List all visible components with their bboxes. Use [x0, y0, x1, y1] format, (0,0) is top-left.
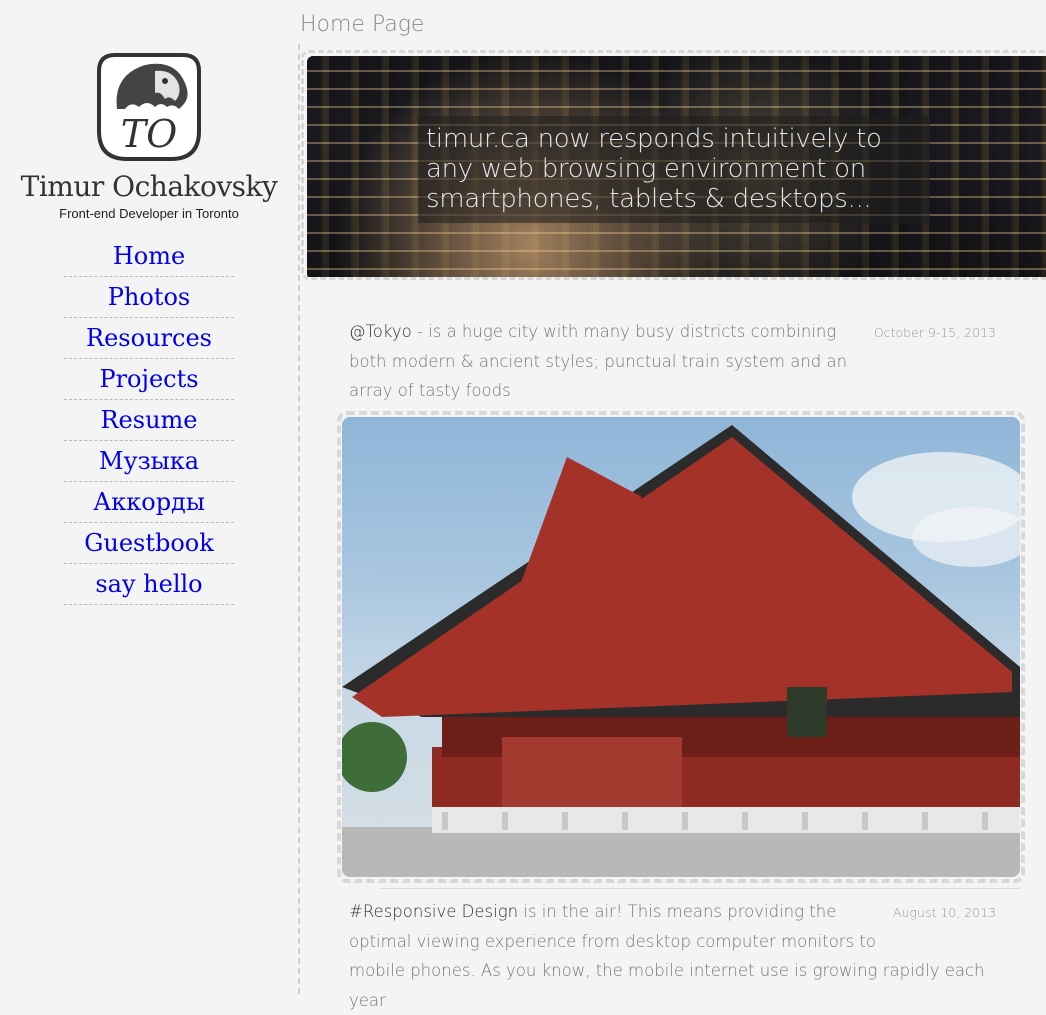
- nav-link-say-hello[interactable]: say hello: [95, 570, 202, 598]
- temple-illustration: [342, 425, 1020, 877]
- post-separator: [380, 888, 1020, 889]
- post-tag[interactable]: @Tokyo: [349, 322, 412, 341]
- sidebar: TO Timur Ochakovsky Front-end Developer …: [0, 0, 298, 994]
- nav-item-resources: Resources: [64, 318, 234, 359]
- post-text: - is a huge city with many busy district…: [349, 322, 848, 400]
- nav-link-resources[interactable]: Resources: [86, 324, 212, 352]
- nav-item-say-hello: say hello: [64, 564, 234, 605]
- nav-link-home[interactable]: Home: [113, 242, 185, 270]
- nav-item-resume: Resume: [64, 400, 234, 441]
- nav-link-chords[interactable]: Аккорды: [93, 488, 205, 516]
- content-divider: [298, 44, 300, 994]
- post-item: August 10, 2013 #Responsive Design is in…: [349, 897, 999, 1015]
- nav-link-resume[interactable]: Resume: [100, 406, 197, 434]
- temple-photo[interactable]: [342, 417, 1020, 877]
- post-tag[interactable]: #Responsive Design: [349, 902, 518, 921]
- hero-caption: timur.ca now responds intuitively to any…: [418, 116, 930, 223]
- nav-item-projects: Projects: [64, 359, 234, 400]
- page-title: Home Page: [300, 12, 425, 37]
- post-item: October 9-15, 2013 @Tokyo - is a huge ci…: [349, 317, 999, 406]
- nav-item-music: Музыка: [64, 441, 234, 482]
- svg-text:TO: TO: [121, 112, 178, 156]
- lion-logo-icon[interactable]: TO: [95, 51, 203, 163]
- post-date: August 10, 2013: [893, 905, 996, 920]
- site-tagline: Front-end Developer in Toronto: [59, 206, 239, 221]
- nav-item-photos: Photos: [64, 277, 234, 318]
- nav-item-chords: Аккорды: [64, 482, 234, 523]
- nav-link-photos[interactable]: Photos: [108, 283, 190, 311]
- nav-item-guestbook: Guestbook: [64, 523, 234, 564]
- post-date: October 9-15, 2013: [873, 325, 996, 340]
- site-name: Timur Ochakovsky: [20, 170, 278, 203]
- nav-link-projects[interactable]: Projects: [99, 365, 198, 393]
- nav-item-home: Home: [64, 236, 234, 277]
- nav-link-guestbook[interactable]: Guestbook: [84, 529, 214, 557]
- main-nav: Home Photos Resources Projects Resume Му…: [64, 236, 234, 605]
- nav-link-music[interactable]: Музыка: [99, 447, 199, 475]
